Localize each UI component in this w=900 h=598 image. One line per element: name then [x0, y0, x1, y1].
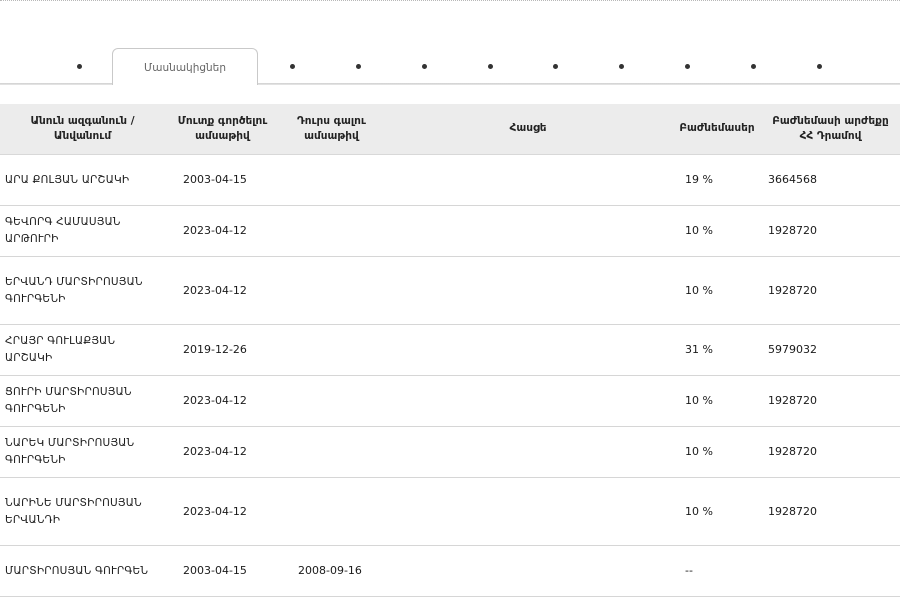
tab-collapsed-7[interactable]	[619, 64, 624, 69]
cell-entry-date: 2019-12-26	[165, 324, 280, 376]
tab-collapsed-6[interactable]	[553, 64, 558, 69]
cell-entry-date: 2023-04-12	[165, 256, 280, 325]
table-row: ՆԱՐԻՆԵ ՄԱՐՏԻՐՈՍՅԱՆ ԵՐՎԱՆԴԻ 2023-04-12 10…	[0, 477, 900, 546]
cell-share: 31 %	[673, 324, 761, 376]
cell-share: 19 %	[673, 154, 761, 206]
cell-exit-date	[280, 154, 383, 206]
cell-address	[383, 426, 673, 478]
cell-exit-date	[280, 256, 383, 325]
cell-share-value: 1928720	[761, 256, 900, 325]
tab-collapsed-10[interactable]	[817, 64, 822, 69]
cell-name: ԵՐՎԱՆԴ ՄԱՐՏԻՐՈՍՅԱՆ ԳՈՒՐԳԵՆԻ	[0, 256, 165, 325]
table-header: Անուն ազգանուն / Անվանում Մուտք գործելու…	[0, 104, 900, 155]
cell-entry-date: 2003-04-15	[165, 545, 280, 597]
cell-entry-date: 2023-04-12	[165, 426, 280, 478]
cell-exit-date	[280, 324, 383, 376]
cell-entry-date: 2023-04-12	[165, 375, 280, 427]
tab-bar: Մասնակիցներ	[0, 48, 900, 86]
header-name: Անուն ազգանուն / Անվանում	[0, 104, 165, 155]
cell-exit-date	[280, 205, 383, 257]
cell-share-value	[761, 545, 900, 597]
cell-share: --	[673, 545, 761, 597]
cell-exit-date	[280, 426, 383, 478]
cell-share-value: 1928720	[761, 375, 900, 427]
table-row: ԱՐԱ ՔՈԼՅԱՆ ԱՐՇԱԿԻ 2003-04-15 19 % 366456…	[0, 154, 900, 206]
cell-share-value: 3664568	[761, 154, 900, 206]
header-share-value: Բաժնեմասի արժեքը ՀՀ Դրամով	[761, 104, 900, 155]
cell-share-value: 1928720	[761, 477, 900, 546]
cell-address	[383, 545, 673, 597]
table-row: ՑՈՒՐԻ ՄԱՐՏԻՐՈՍՅԱՆ ԳՈՒՐԳԵՆԻ 2023-04-12 10…	[0, 375, 900, 427]
cell-share: 10 %	[673, 426, 761, 478]
cell-name: ՀՐԱՅՐ ԳՈՒԼԱՔՅԱՆ ԱՐՇԱԿԻ	[0, 324, 165, 376]
table-row: ՀՐԱՅՐ ԳՈՒԼԱՔՅԱՆ ԱՐՇԱԿԻ 2019-12-26 31 % 5…	[0, 324, 900, 376]
cell-address	[383, 477, 673, 546]
cell-share: 10 %	[673, 477, 761, 546]
table-row: ԵՐՎԱՆԴ ՄԱՐՏԻՐՈՍՅԱՆ ԳՈՒՐԳԵՆԻ 2023-04-12 1…	[0, 256, 900, 325]
cell-exit-date	[280, 375, 383, 427]
cell-share-value: 1928720	[761, 205, 900, 257]
cell-name: ՄԱՐՏԻՐՈՍՅԱՆ ԳՈՒՐԳԵՆ	[0, 545, 165, 597]
cell-exit-date	[280, 477, 383, 546]
tab-collapsed-8[interactable]	[685, 64, 690, 69]
cell-address	[383, 205, 673, 257]
table-body: ԱՐԱ ՔՈԼՅԱՆ ԱՐՇԱԿԻ 2003-04-15 19 % 366456…	[0, 154, 900, 597]
cell-share-value: 1928720	[761, 426, 900, 478]
cell-share-value: 5979032	[761, 324, 900, 376]
cell-address	[383, 154, 673, 206]
cell-name: ԳԵՎՈՐԳ ՀԱՄԱՍՅԱՆ ԱՐԹՈՒՐԻ	[0, 205, 165, 257]
top-dotted-border	[0, 0, 900, 1]
table-row: ՄԱՐՏԻՐՈՍՅԱՆ ԳՈՒՐԳԵՆ 2003-04-15 2008-09-1…	[0, 545, 900, 597]
header-exit-date: Դուրս գալու ամսաթիվ	[280, 104, 383, 155]
cell-share: 10 %	[673, 375, 761, 427]
header-share: Բաժնեմասեր	[673, 104, 761, 155]
cell-name: ԱՐԱ ՔՈԼՅԱՆ ԱՐՇԱԿԻ	[0, 154, 165, 206]
table-row: ԳԵՎՈՐԳ ՀԱՄԱՍՅԱՆ ԱՐԹՈՒՐԻ 2023-04-12 10 % …	[0, 205, 900, 257]
participants-table: Անուն ազգանուն / Անվանում Մուտք գործելու…	[0, 104, 900, 597]
cell-address	[383, 324, 673, 376]
tab-collapsed-2[interactable]	[290, 64, 295, 69]
header-entry-date: Մուտք գործելու ամսաթիվ	[165, 104, 280, 155]
cell-share: 10 %	[673, 205, 761, 257]
cell-name: ՆԱՐԻՆԵ ՄԱՐՏԻՐՈՍՅԱՆ ԵՐՎԱՆԴԻ	[0, 477, 165, 546]
cell-entry-date: 2023-04-12	[165, 477, 280, 546]
tab-collapsed-3[interactable]	[356, 64, 361, 69]
cell-exit-date: 2008-09-16	[280, 545, 383, 597]
cell-name: ՑՈՒՐԻ ՄԱՐՏԻՐՈՍՅԱՆ ԳՈՒՐԳԵՆԻ	[0, 375, 165, 427]
cell-share: 10 %	[673, 256, 761, 325]
cell-name: ՆԱՐԵԿ ՄԱՐՏԻՐՈՍՅԱՆ ԳՈՒՐԳԵՆԻ	[0, 426, 165, 478]
tab-participants[interactable]: Մասնակիցներ	[112, 48, 258, 85]
cell-address	[383, 375, 673, 427]
tab-collapsed-9[interactable]	[751, 64, 756, 69]
header-address: Հասցե	[383, 104, 673, 155]
tab-collapsed-5[interactable]	[488, 64, 493, 69]
tab-participants-label: Մասնակիցներ	[143, 62, 226, 74]
tab-collapsed-1[interactable]	[77, 64, 82, 69]
cell-address	[383, 256, 673, 325]
tab-collapsed-4[interactable]	[422, 64, 427, 69]
table-row: ՆԱՐԵԿ ՄԱՐՏԻՐՈՍՅԱՆ ԳՈՒՐԳԵՆԻ 2023-04-12 10…	[0, 426, 900, 478]
table-header-row: Անուն ազգանուն / Անվանում Մուտք գործելու…	[0, 104, 900, 155]
cell-entry-date: 2003-04-15	[165, 154, 280, 206]
cell-entry-date: 2023-04-12	[165, 205, 280, 257]
